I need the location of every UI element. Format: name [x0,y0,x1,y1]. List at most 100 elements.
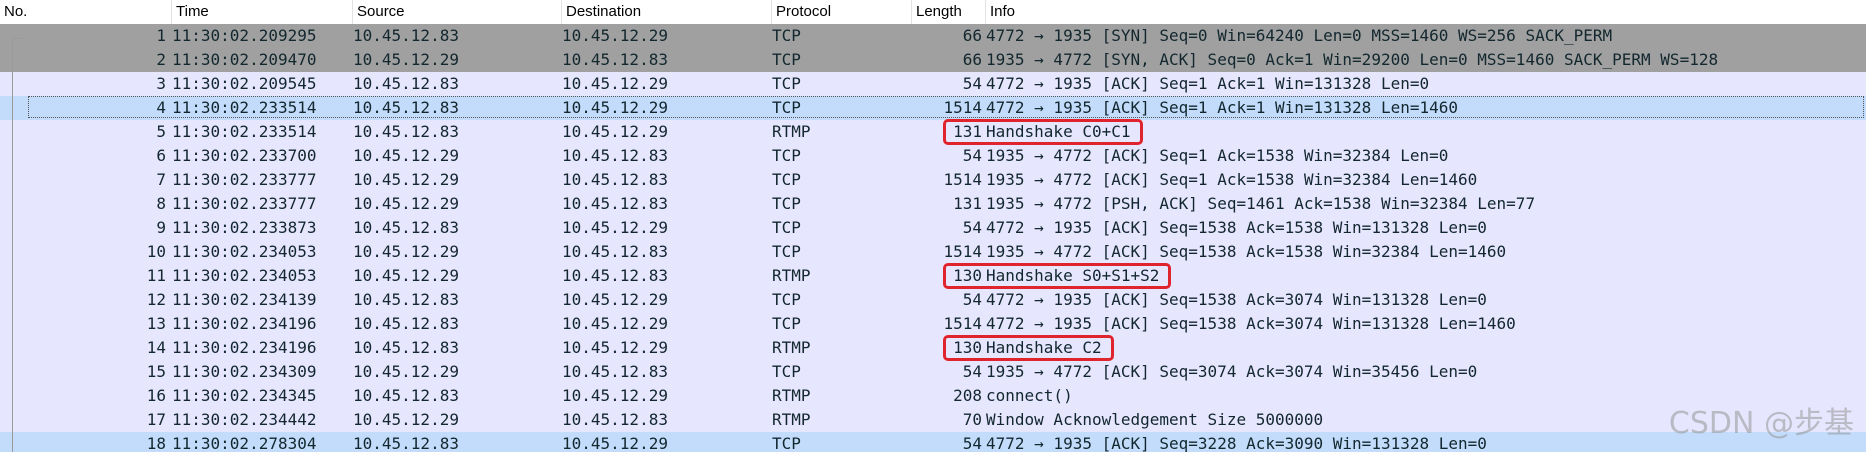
packet-destination: 10.45.12.29 [562,290,668,309]
packet-destination: 10.45.12.29 [562,386,668,405]
packet-number: 18 [146,434,166,452]
packet-row[interactable]: 15 11:30:02.234309 10.45.12.29 10.45.12.83 T… [0,360,1866,384]
packet-source: 10.45.12.83 [353,434,459,452]
packet-destination: 10.45.12.29 [562,434,668,452]
packet-row[interactable]: 17 11:30:02.234442 10.45.12.29 10.45.12.83 R… [0,408,1866,432]
packet-protocol: TCP [772,50,801,69]
packet-destination: 10.45.12.29 [562,26,668,45]
column-header-info[interactable]: Info [986,0,1866,24]
packet-row[interactable]: 3 11:30:02.209545 10.45.12.83 10.45.12.29 TC… [0,72,1866,96]
packet-list-header: No. Time Source Destination Protocol Len… [0,0,1866,25]
packet-source: 10.45.12.29 [353,170,459,189]
packet-length: 131 [953,122,982,141]
watermark: CSDN @步基 [1668,406,1854,441]
packet-source: 10.45.12.83 [353,74,459,93]
packet-info: Handshake C2 [986,338,1102,357]
packet-protocol: TCP [772,290,801,309]
packet-row[interactable]: 2 11:30:02.209470 10.45.12.29 10.45.12.83 TC… [0,48,1866,72]
packet-number: 10 [146,242,166,261]
packet-time: 11:30:02.209545 [172,74,317,93]
packet-source: 10.45.12.29 [353,194,459,213]
packet-info: 1935 → 4772 [PSH, ACK] Seq=1461 Ack=1538… [986,194,1536,213]
packet-source: 10.45.12.83 [353,314,459,333]
packet-info: 1935 → 4772 [ACK] Seq=1 Ack=1538 Win=323… [986,170,1478,189]
packet-time: 11:30:02.278304 [172,434,317,452]
packet-number: 17 [146,410,166,429]
packet-row[interactable]: 12 11:30:02.234139 10.45.12.83 10.45.12.29 T… [0,288,1866,312]
packet-length: 130 [953,266,982,285]
packet-row[interactable]: 5 11:30:02.233514 10.45.12.83 10.45.12.29 RT… [0,120,1866,144]
packet-source: 10.45.12.29 [353,146,459,165]
packet-source: 10.45.12.29 [353,50,459,69]
packet-destination: 10.45.12.29 [562,74,668,93]
packet-protocol: TCP [772,170,801,189]
column-header-no[interactable]: No. [0,0,172,24]
packet-row[interactable]: 10 11:30:02.234053 10.45.12.29 10.45.12.83 T… [0,240,1866,264]
packet-number: 9 [156,218,166,237]
packet-row[interactable]: 9 11:30:02.233873 10.45.12.83 10.45.12.29 TC… [0,216,1866,240]
packet-protocol: RTMP [772,410,811,429]
packet-destination: 10.45.12.83 [562,410,668,429]
packet-info: 4772 → 1935 [ACK] Seq=1538 Ack=3074 Win=… [986,290,1487,309]
column-header-source[interactable]: Source [353,0,562,24]
packet-source: 10.45.12.29 [353,362,459,381]
packet-row[interactable]: 11 11:30:02.234053 10.45.12.29 10.45.12.83 R… [0,264,1866,288]
packet-destination: 10.45.12.83 [562,170,668,189]
packet-number: 16 [146,386,166,405]
packet-length: 66 [962,26,982,45]
packet-time: 11:30:02.233514 [172,98,317,117]
packet-length: 54 [962,290,982,309]
packet-length: 66 [962,50,982,69]
packet-row[interactable]: 8 11:30:02.233777 10.45.12.29 10.45.12.83 TC… [0,192,1866,216]
packet-row[interactable]: 6 11:30:02.233700 10.45.12.29 10.45.12.83 TC… [0,144,1866,168]
packet-destination: 10.45.12.29 [562,98,668,117]
packet-destination: 10.45.12.83 [562,266,668,285]
column-header-destination[interactable]: Destination [562,0,772,24]
packet-row[interactable]: 14 11:30:02.234196 10.45.12.83 10.45.12.29 R… [0,336,1866,360]
conversation-bracket-line [12,38,13,452]
packet-number: 15 [146,362,166,381]
packet-source: 10.45.12.83 [353,122,459,141]
packet-source: 10.45.12.83 [353,290,459,309]
packet-destination: 10.45.12.29 [562,338,668,357]
packet-destination: 10.45.12.83 [562,146,668,165]
packet-time: 11:30:02.234053 [172,242,317,261]
packet-number: 7 [156,170,166,189]
packet-row[interactable]: 4 11:30:02.233514 10.45.12.83 10.45.12.29 TC… [0,96,1866,120]
packet-source: 10.45.12.83 [353,338,459,357]
packet-source: 10.45.12.29 [353,410,459,429]
packet-time: 11:30:02.234309 [172,362,317,381]
packet-length: 131 [953,194,982,213]
packet-length: 54 [962,362,982,381]
packet-info: 1935 → 4772 [ACK] Seq=1 Ack=1538 Win=323… [986,146,1449,165]
packet-list-pane: No. Time Source Destination Protocol Len… [0,0,1866,452]
packet-number: 8 [156,194,166,213]
packet-destination: 10.45.12.83 [562,194,668,213]
column-header-time[interactable]: Time [172,0,353,24]
packet-protocol: TCP [772,74,801,93]
packet-length: 130 [953,338,982,357]
packet-time: 11:30:02.234196 [172,314,317,333]
packet-info: 4772 → 1935 [ACK] Seq=1 Ack=1 Win=131328… [986,98,1459,117]
packet-destination: 10.45.12.29 [562,122,668,141]
packet-row[interactable]: 16 11:30:02.234345 10.45.12.83 10.45.12.29 R… [0,384,1866,408]
column-header-length[interactable]: Length [912,0,986,24]
packet-protocol: RTMP [772,266,811,285]
column-header-protocol[interactable]: Protocol [772,0,912,24]
packet-number: 14 [146,338,166,357]
packet-time: 11:30:02.234196 [172,338,317,357]
packet-length: 54 [962,146,982,165]
packet-protocol: TCP [772,434,801,452]
packet-row[interactable]: 1 11:30:02.209295 10.45.12.83 10.45.12.29 TC… [0,24,1866,48]
packet-time: 11:30:02.234345 [172,386,317,405]
packet-number: 2 [156,50,166,69]
packet-source: 10.45.12.83 [353,386,459,405]
packet-row[interactable]: 18 11:30:02.278304 10.45.12.83 10.45.12.29 T… [0,432,1866,452]
packet-source: 10.45.12.29 [353,266,459,285]
packet-time: 11:30:02.209470 [172,50,317,69]
packet-row[interactable]: 7 11:30:02.233777 10.45.12.29 10.45.12.83 TC… [0,168,1866,192]
packet-protocol: TCP [772,218,801,237]
packet-destination: 10.45.12.29 [562,218,668,237]
conversation-bracket-tick [12,38,22,39]
packet-row[interactable]: 13 11:30:02.234196 10.45.12.83 10.45.12.29 T… [0,312,1866,336]
